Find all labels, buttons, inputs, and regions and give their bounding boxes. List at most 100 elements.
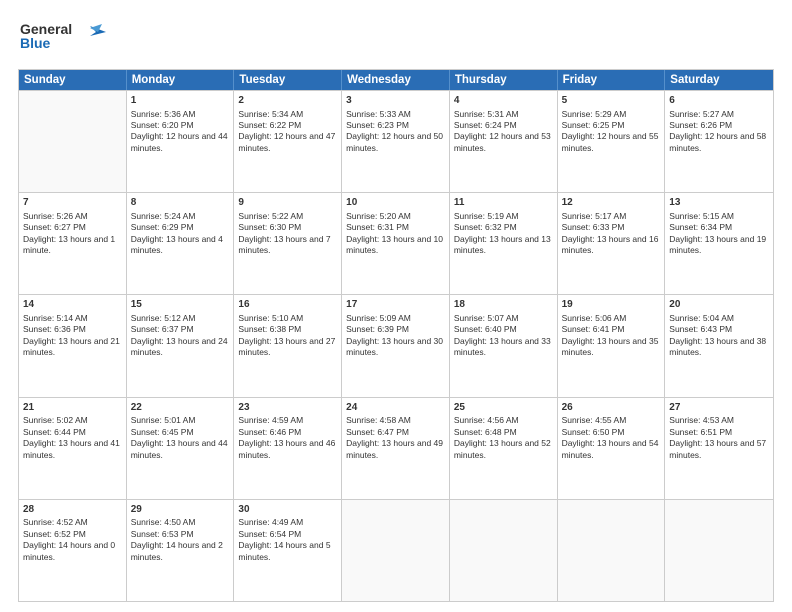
day-number: 1 — [131, 94, 230, 108]
calendar-cell: 16Sunrise: 5:10 AMSunset: 6:38 PMDayligh… — [234, 295, 342, 396]
sunset-text: Sunset: 6:47 PM — [346, 427, 409, 437]
sunrise-text: Sunrise: 5:26 AM — [23, 211, 88, 221]
sunrise-text: Sunrise: 4:52 AM — [23, 517, 88, 527]
day-number: 16 — [238, 298, 337, 312]
daylight-text: Daylight: 13 hours and 38 minutes. — [669, 336, 766, 357]
calendar-cell: 24Sunrise: 4:58 AMSunset: 6:47 PMDayligh… — [342, 398, 450, 499]
sunset-text: Sunset: 6:37 PM — [131, 324, 194, 334]
logo: General Blue — [18, 18, 108, 61]
sunset-text: Sunset: 6:31 PM — [346, 222, 409, 232]
sunset-text: Sunset: 6:53 PM — [131, 529, 194, 539]
day-number: 20 — [669, 298, 769, 312]
day-number: 2 — [238, 94, 337, 108]
daylight-text: Daylight: 12 hours and 58 minutes. — [669, 131, 766, 152]
calendar-cell: 14Sunrise: 5:14 AMSunset: 6:36 PMDayligh… — [19, 295, 127, 396]
sunrise-text: Sunrise: 5:29 AM — [562, 109, 627, 119]
day-of-week-tuesday: Tuesday — [234, 70, 342, 90]
day-number: 25 — [454, 401, 553, 415]
sunset-text: Sunset: 6:45 PM — [131, 427, 194, 437]
calendar-cell: 29Sunrise: 4:50 AMSunset: 6:53 PMDayligh… — [127, 500, 235, 601]
svg-text:Blue: Blue — [20, 35, 51, 51]
sunset-text: Sunset: 6:52 PM — [23, 529, 86, 539]
sunset-text: Sunset: 6:29 PM — [131, 222, 194, 232]
calendar-cell: 10Sunrise: 5:20 AMSunset: 6:31 PMDayligh… — [342, 193, 450, 294]
calendar-page: General Blue SundayMondayTuesdayWednesda… — [0, 0, 792, 612]
calendar-cell: 19Sunrise: 5:06 AMSunset: 6:41 PMDayligh… — [558, 295, 666, 396]
calendar-cell: 12Sunrise: 5:17 AMSunset: 6:33 PMDayligh… — [558, 193, 666, 294]
calendar-row-2: 7Sunrise: 5:26 AMSunset: 6:27 PMDaylight… — [19, 192, 773, 294]
sunrise-text: Sunrise: 4:58 AM — [346, 415, 411, 425]
day-number: 19 — [562, 298, 661, 312]
sunset-text: Sunset: 6:23 PM — [346, 120, 409, 130]
day-of-week-wednesday: Wednesday — [342, 70, 450, 90]
calendar-cell: 4Sunrise: 5:31 AMSunset: 6:24 PMDaylight… — [450, 91, 558, 192]
day-number: 17 — [346, 298, 445, 312]
day-number: 29 — [131, 503, 230, 517]
sunrise-text: Sunrise: 5:04 AM — [669, 313, 734, 323]
sunrise-text: Sunrise: 4:50 AM — [131, 517, 196, 527]
page-header: General Blue — [18, 18, 774, 61]
calendar-cell — [665, 500, 773, 601]
calendar-cell: 18Sunrise: 5:07 AMSunset: 6:40 PMDayligh… — [450, 295, 558, 396]
daylight-text: Daylight: 12 hours and 53 minutes. — [454, 131, 551, 152]
day-number: 9 — [238, 196, 337, 210]
daylight-text: Daylight: 14 hours and 0 minutes. — [23, 540, 115, 561]
day-of-week-thursday: Thursday — [450, 70, 558, 90]
sunset-text: Sunset: 6:48 PM — [454, 427, 517, 437]
daylight-text: Daylight: 13 hours and 49 minutes. — [346, 438, 443, 459]
calendar-cell: 22Sunrise: 5:01 AM Sunset: 6:45 PMDayligh… — [127, 398, 235, 499]
calendar-cell: 21Sunrise: 5:02 AMSunset: 6:44 PMDayligh… — [19, 398, 127, 499]
calendar-row-4: 21Sunrise: 5:02 AMSunset: 6:44 PMDayligh… — [19, 397, 773, 499]
day-number: 10 — [346, 196, 445, 210]
sunrise-text: Sunrise: 5:27 AM — [669, 109, 734, 119]
sunrise-text: Sunrise: 5:14 AM — [23, 313, 88, 323]
day-number: 6 — [669, 94, 769, 108]
calendar-cell: 23Sunrise: 4:59 AMSunset: 6:46 PMDayligh… — [234, 398, 342, 499]
day-of-week-saturday: Saturday — [665, 70, 773, 90]
day-number: 5 — [562, 94, 661, 108]
calendar-cell: 11Sunrise: 5:19 AMSunset: 6:32 PM Dayligh… — [450, 193, 558, 294]
sunrise-text: Sunrise: 5:19 AM — [454, 211, 519, 221]
daylight-text: Daylight: 13 hours and 24 minutes. — [131, 336, 228, 357]
daylight-text: Daylight: 13 hours and 19 minutes. — [669, 234, 766, 255]
calendar-cell: 9Sunrise: 5:22 AMSunset: 6:30 PMDaylight… — [234, 193, 342, 294]
sunrise-text: Sunrise: 5:10 AM — [238, 313, 303, 323]
calendar-cell: 1Sunrise: 5:36 AMSunset: 6:20 PMDaylight… — [127, 91, 235, 192]
sunset-text: Sunset: 6:38 PM — [238, 324, 301, 334]
day-number: 27 — [669, 401, 769, 415]
day-number: 12 — [562, 196, 661, 210]
sunset-text: Sunset: 6:41 PM — [562, 324, 625, 334]
sunset-text: Sunset: 6:26 PM — [669, 120, 732, 130]
calendar-cell: 13Sunrise: 5:15 AMSunset: 6:34 PMDayligh… — [665, 193, 773, 294]
daylight-text: Daylight: 13 hours and 46 minutes. — [238, 438, 335, 459]
sunset-text: Sunset: 6:32 PM — [454, 222, 517, 232]
daylight-text: Daylight: 13 hours and 35 minutes. — [562, 336, 659, 357]
daylight-text: Daylight: 12 hours and 50 minutes. — [346, 131, 443, 152]
daylight-text: Daylight: 13 hours and 7 minutes. — [238, 234, 330, 255]
day-of-week-friday: Friday — [558, 70, 666, 90]
daylight-text: Daylight: 13 hours and 13 minutes. — [454, 234, 551, 255]
daylight-text: Daylight: 13 hours and 16 minutes. — [562, 234, 659, 255]
calendar-cell: 20Sunrise: 5:04 AMSunset: 6:43 PM Dayligh… — [665, 295, 773, 396]
sunset-text: Sunset: 6:20 PM — [131, 120, 194, 130]
day-number: 22 — [131, 401, 230, 415]
day-number: 26 — [562, 401, 661, 415]
calendar-cell — [19, 91, 127, 192]
sunrise-text: Sunrise: 4:49 AM — [238, 517, 303, 527]
sunset-text: Sunset: 6:34 PM — [669, 222, 732, 232]
daylight-text: Daylight: 13 hours and 44 minutes. — [131, 438, 228, 459]
sunset-text: Sunset: 6:36 PM — [23, 324, 86, 334]
calendar-cell: 27Sunrise: 4:53 AMSunset: 6:51 PMDayligh… — [665, 398, 773, 499]
sunrise-text: Sunrise: 5:01 AM — [131, 415, 196, 425]
calendar-cell: 30Sunrise: 4:49 AMSunset: 6:54 PMDayligh… — [234, 500, 342, 601]
sunset-text: Sunset: 6:43 PM — [669, 324, 732, 334]
sunset-text: Sunset: 6:33 PM — [562, 222, 625, 232]
calendar-row-1: 1Sunrise: 5:36 AMSunset: 6:20 PMDaylight… — [19, 90, 773, 192]
daylight-text: Daylight: 13 hours and 21 minutes. — [23, 336, 120, 357]
day-number: 11 — [454, 196, 553, 210]
calendar-cell: 6Sunrise: 5:27 AMSunset: 6:26 PMDaylight… — [665, 91, 773, 192]
sunrise-text: Sunrise: 5:20 AM — [346, 211, 411, 221]
calendar-cell: 2Sunrise: 5:34 AMSunset: 6:22 PMDaylight… — [234, 91, 342, 192]
sunset-text: Sunset: 6:54 PM — [238, 529, 301, 539]
calendar-cell: 15Sunrise: 5:12 AMSunset: 6:37 PMDayligh… — [127, 295, 235, 396]
